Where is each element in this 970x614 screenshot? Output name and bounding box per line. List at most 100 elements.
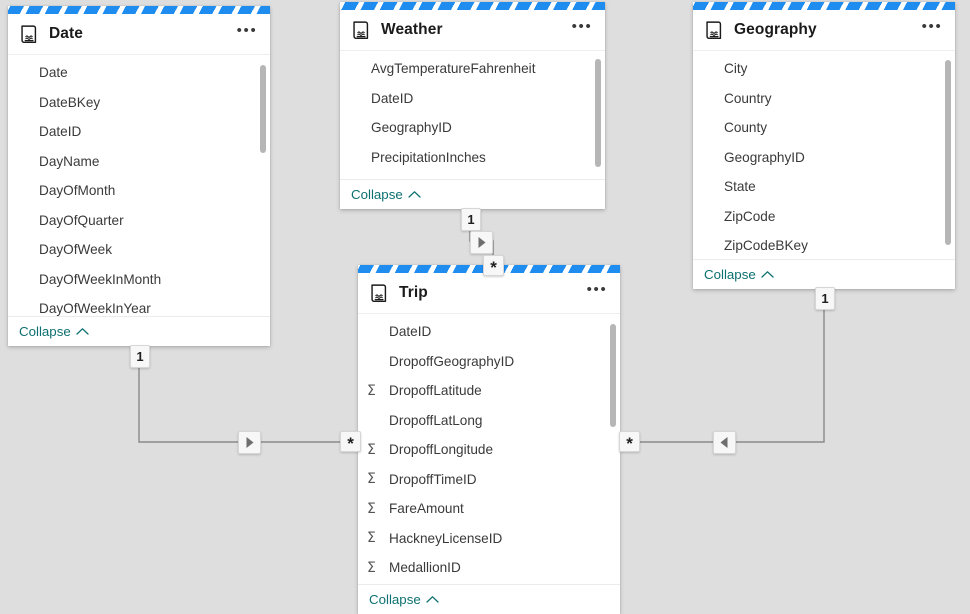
chevron-up-icon	[761, 271, 774, 278]
field-label: DayName	[39, 153, 100, 169]
field-list[interactable]: City Country County GeographyID State Zi…	[693, 50, 955, 259]
field-list-scrollbar[interactable]	[610, 318, 616, 580]
field-row[interactable]: Σ FareAmount	[358, 494, 620, 524]
field-row[interactable]: DateID	[8, 117, 270, 147]
scrollbar-thumb[interactable]	[945, 60, 951, 245]
field-label: DropoffGeographyID	[389, 353, 515, 369]
cardinality-badge-many-date-trip[interactable]: *	[340, 431, 361, 452]
field-label: DateID	[389, 324, 432, 340]
table-more-options-icon[interactable]: •••	[919, 17, 945, 43]
field-label: FareAmount	[389, 501, 464, 517]
field-row[interactable]: Σ MedallionID	[358, 553, 620, 583]
field-list[interactable]: AvgTemperatureFahrenheit DateID Geograph…	[340, 50, 605, 179]
table-card-header[interactable]: Date •••	[8, 14, 270, 54]
field-row[interactable]: DayName	[8, 147, 270, 177]
field-row[interactable]: State	[693, 172, 955, 202]
field-label: County	[724, 120, 768, 136]
chevron-up-icon	[408, 191, 421, 198]
field-row[interactable]: City	[693, 54, 955, 84]
table-data-icon	[353, 20, 369, 39]
field-row[interactable]: Date	[8, 58, 270, 88]
table-title: Weather	[381, 21, 443, 38]
cardinality-badge-one-geography-trip[interactable]: 1	[815, 287, 835, 310]
field-label: DayOfQuarter	[39, 212, 124, 228]
measure-sigma-icon: Σ	[367, 559, 376, 576]
field-row[interactable]: DayOfWeek	[8, 235, 270, 265]
field-label: ZipCodeBKey	[724, 238, 808, 254]
field-list-scrollbar[interactable]	[595, 55, 601, 175]
field-list[interactable]: DateID DropoffGeographyID Σ DropoffLatit…	[358, 313, 620, 584]
cardinality-badge-one-date-trip[interactable]: 1	[130, 345, 150, 368]
collapse-button[interactable]: Collapse	[704, 267, 774, 282]
table-card-footer: Collapse	[8, 316, 270, 346]
field-row[interactable]: DayOfQuarter	[8, 206, 270, 236]
cardinality-badge-one-weather-trip[interactable]: 1	[461, 208, 481, 231]
field-label: HackneyLicenseID	[389, 530, 503, 546]
collapse-label: Collapse	[704, 267, 756, 282]
table-header-stripe	[340, 2, 605, 10]
field-list-scrollbar[interactable]	[945, 55, 951, 255]
field-row[interactable]: Σ DropoffLatitude	[358, 376, 620, 406]
field-row[interactable]: PrecipitationInches	[340, 143, 605, 173]
field-row[interactable]: DayOfWeekInYear	[8, 294, 270, 316]
collapse-label: Collapse	[19, 324, 71, 339]
cardinality-badge-many-geography-trip[interactable]: *	[619, 431, 640, 452]
model-diagram-canvas[interactable]: 1 * 1 * 1 * Date ••• Date DateBKey DateI…	[0, 0, 970, 614]
scrollbar-thumb[interactable]	[260, 65, 266, 153]
field-row[interactable]: Σ HackneyLicenseID	[358, 524, 620, 554]
arrow-left-icon	[720, 437, 728, 448]
table-card-weather[interactable]: Weather ••• AvgTemperatureFahrenheit Dat…	[340, 2, 605, 209]
collapse-button[interactable]: Collapse	[369, 592, 439, 607]
field-label: DropoffLatLong	[389, 412, 483, 428]
chevron-up-icon	[76, 328, 89, 335]
field-row[interactable]: Country	[693, 84, 955, 114]
field-row[interactable]: DateID	[340, 84, 605, 114]
field-row[interactable]: DayOfWeekInMonth	[8, 265, 270, 295]
field-label: DropoffTimeID	[389, 471, 477, 487]
field-list-scrollbar[interactable]	[260, 59, 266, 312]
table-more-options-icon[interactable]: •••	[234, 21, 260, 47]
field-list[interactable]: Date DateBKey DateID DayName DayOfMonth …	[8, 54, 270, 316]
table-card-header[interactable]: Trip •••	[358, 273, 620, 313]
field-label: MedallionID	[389, 560, 461, 576]
table-more-options-icon[interactable]: •••	[584, 280, 610, 306]
field-row[interactable]: DropoffLatLong	[358, 406, 620, 436]
table-card-trip[interactable]: Trip ••• DateID DropoffGeographyID Σ Dro…	[358, 265, 620, 614]
field-label: DateBKey	[39, 94, 101, 110]
scrollbar-thumb[interactable]	[595, 59, 601, 167]
field-row[interactable]: ZipCodeBKey	[693, 231, 955, 259]
field-row[interactable]: Σ DropoffLongitude	[358, 435, 620, 465]
field-row[interactable]: DateBKey	[8, 88, 270, 118]
arrow-right-icon	[246, 437, 254, 448]
field-row[interactable]: Σ DropoffTimeID	[358, 465, 620, 495]
field-label: DayOfWeekInMonth	[39, 271, 162, 287]
table-title: Date	[49, 25, 83, 42]
field-label: GeographyID	[724, 149, 805, 165]
collapse-button[interactable]: Collapse	[351, 187, 421, 202]
table-card-date[interactable]: Date ••• Date DateBKey DateID DayName Da…	[8, 6, 270, 346]
field-row[interactable]: ZipCode	[693, 202, 955, 232]
field-label: ZipCode	[724, 208, 776, 224]
field-row[interactable]: GeographyID	[693, 143, 955, 173]
measure-sigma-icon: Σ	[367, 441, 376, 458]
scrollbar-thumb[interactable]	[610, 324, 616, 427]
field-label: DropoffLatitude	[389, 383, 482, 399]
cross-filter-arrow-right-date-trip[interactable]	[238, 431, 261, 454]
field-row[interactable]: GeographyID	[340, 113, 605, 143]
field-row[interactable]: DropoffGeographyID	[358, 347, 620, 377]
field-label: DayOfMonth	[39, 183, 116, 199]
collapse-button[interactable]: Collapse	[19, 324, 89, 339]
table-card-header[interactable]: Weather •••	[340, 10, 605, 50]
table-card-geography[interactable]: Geography ••• City Country County Geogra…	[693, 2, 955, 289]
cardinality-badge-many-weather-trip[interactable]: *	[483, 255, 504, 276]
field-row[interactable]: DateID	[358, 317, 620, 347]
table-card-header[interactable]: Geography •••	[693, 10, 955, 50]
cross-filter-arrow-right-weather-trip[interactable]	[470, 231, 493, 254]
table-data-icon	[21, 24, 37, 43]
table-more-options-icon[interactable]: •••	[569, 17, 595, 43]
field-row[interactable]: AvgTemperatureFahrenheit	[340, 54, 605, 84]
cross-filter-arrow-left-geography-trip[interactable]	[713, 431, 736, 454]
field-row[interactable]: County	[693, 113, 955, 143]
field-row[interactable]: DayOfMonth	[8, 176, 270, 206]
collapse-label: Collapse	[369, 592, 421, 607]
